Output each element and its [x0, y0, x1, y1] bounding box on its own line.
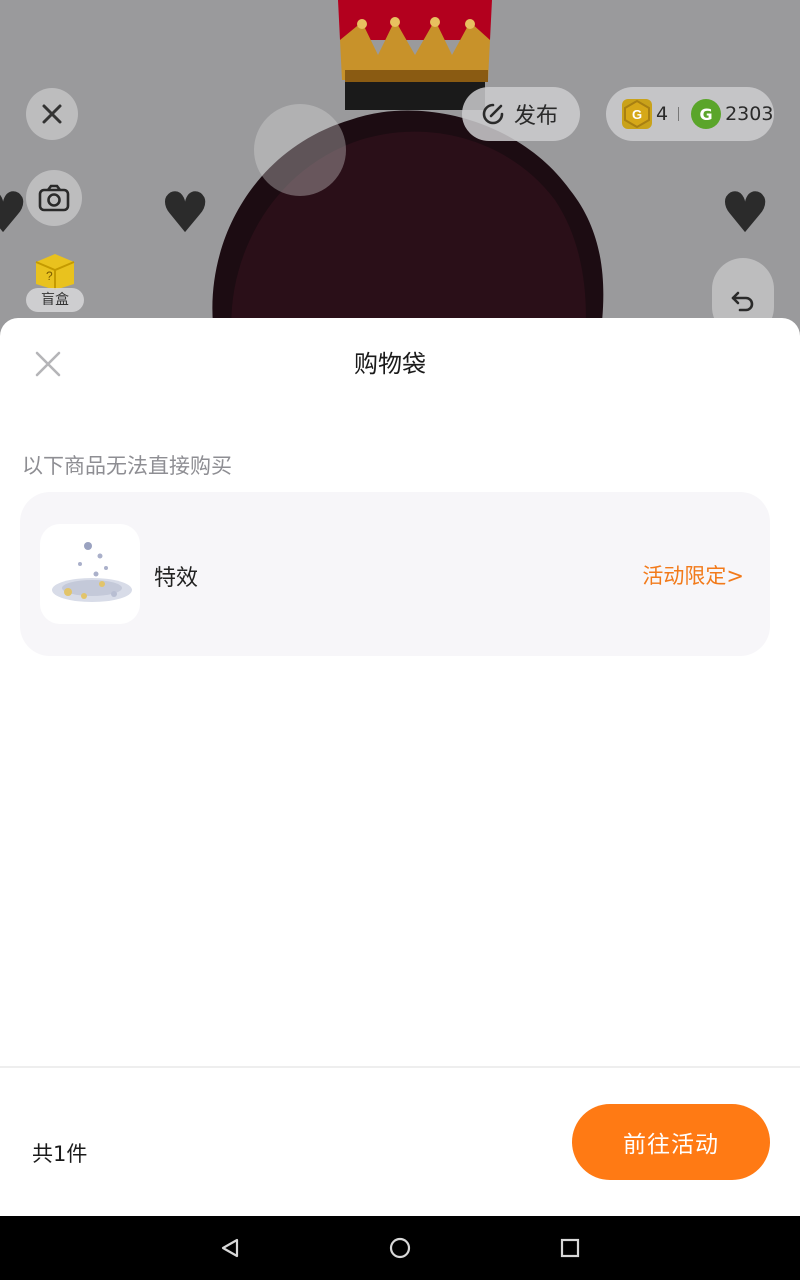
effect-thumbnail [40, 524, 140, 624]
unpurchasable-notice: 以下商品无法直接购买 [22, 454, 232, 478]
event-limited-link[interactable]: 活动限定> [642, 560, 744, 590]
avatar-scene: ♥ ♥ ♥ ? 盲盒 发布 G 4 G 2303 [0, 0, 800, 340]
recents-button[interactable] [556, 1234, 584, 1262]
publish-icon [482, 103, 504, 125]
back-button[interactable] [216, 1234, 244, 1262]
svg-text:G: G [632, 107, 642, 122]
item-total-count: 共1件 [32, 1142, 88, 1166]
camera-icon [38, 184, 70, 212]
undo-icon [731, 291, 754, 312]
go-to-event-button[interactable]: 前往活动 [572, 1104, 770, 1180]
avatar-figure [212, 0, 604, 340]
publish-button[interactable]: 发布 [462, 87, 580, 141]
system-navigation-bar [0, 1216, 800, 1280]
blind-box-icon: ? [35, 254, 75, 290]
divider [678, 107, 680, 121]
home-circle-icon [389, 1237, 411, 1259]
publish-label: 发布 [514, 104, 559, 129]
heart-icon: ♥ [0, 181, 29, 246]
gold-coin-icon: G [622, 99, 652, 129]
camera-button[interactable] [26, 170, 82, 226]
close-icon [42, 104, 62, 124]
gold-coin-count: 4 [656, 103, 669, 125]
blind-box-label: 盲盒 [26, 288, 84, 312]
blind-box-button[interactable]: ? 盲盒 [26, 250, 84, 314]
green-coin-icon: G [691, 99, 722, 129]
currency-balance[interactable]: G 4 G 2303 [606, 87, 774, 141]
recents-square-icon [560, 1238, 580, 1258]
close-button[interactable] [26, 88, 78, 140]
svg-text:?: ? [46, 269, 53, 283]
heart-icon: ♥ [720, 181, 771, 246]
green-coin-count: 2303 [725, 103, 774, 125]
list-item[interactable]: 特效 活动限定> [20, 492, 770, 656]
home-button[interactable] [386, 1234, 414, 1262]
back-triangle-icon [221, 1238, 239, 1258]
heart-icon: ♥ [160, 181, 211, 246]
footer-divider [0, 1066, 800, 1068]
sheet-title: 购物袋 [354, 350, 426, 378]
shopping-bag-sheet: 购物袋 以下商品无法直接购买 特效 活动限定> 共1件 前往活动 [0, 318, 800, 1216]
item-name: 特效 [154, 566, 199, 591]
